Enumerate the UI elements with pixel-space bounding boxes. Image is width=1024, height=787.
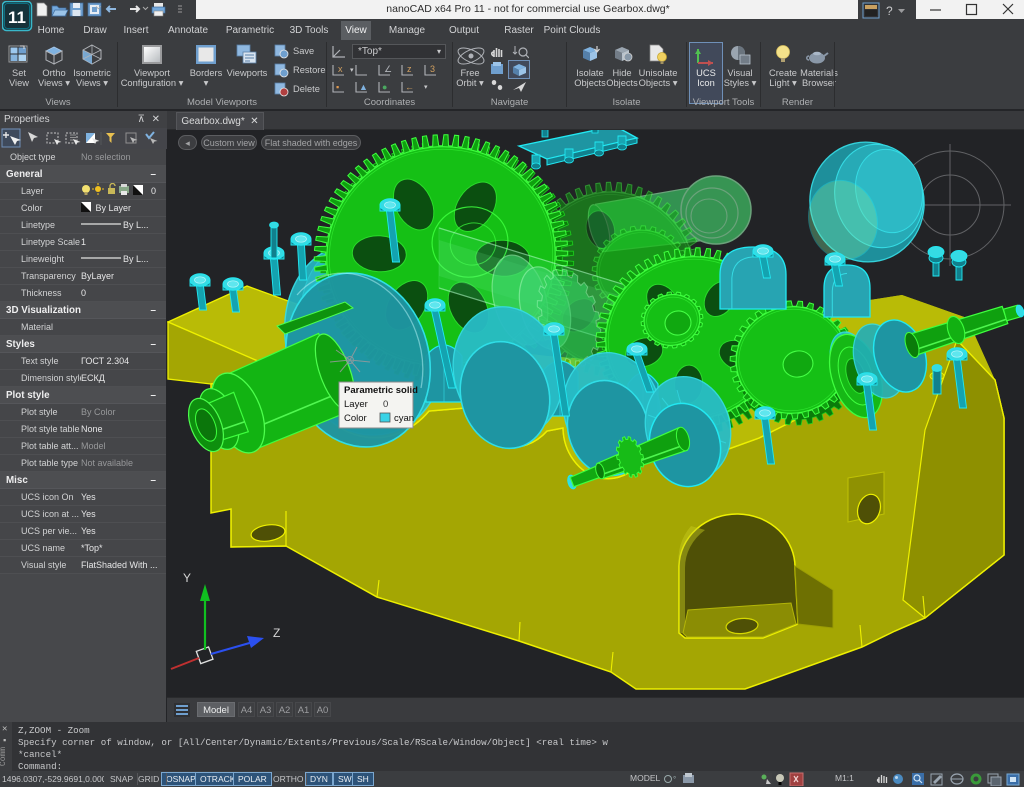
svg-text:Z: Z — [273, 626, 280, 640]
svg-text:Layer: Layer — [344, 399, 368, 410]
svg-text:▲: ▲ — [359, 82, 368, 92]
svg-text:11: 11 — [8, 8, 26, 27]
svg-text:Parametric solid: Parametric solid — [344, 385, 418, 396]
svg-text:Y: Y — [183, 571, 191, 585]
svg-text:°: ° — [673, 775, 676, 784]
svg-text:●: ● — [382, 82, 387, 92]
svg-text:cyan: cyan — [394, 413, 414, 424]
svg-text:0: 0 — [383, 399, 388, 410]
svg-text:▪: ▪ — [336, 82, 339, 92]
svg-text:z: z — [407, 64, 412, 74]
svg-text:∠: ∠ — [384, 64, 392, 74]
svg-text:Color: Color — [344, 413, 367, 424]
svg-text:3: 3 — [430, 64, 435, 74]
svg-text:x: x — [338, 64, 343, 74]
svg-text:←: ← — [405, 82, 414, 92]
svg-text:?: ? — [886, 4, 893, 18]
